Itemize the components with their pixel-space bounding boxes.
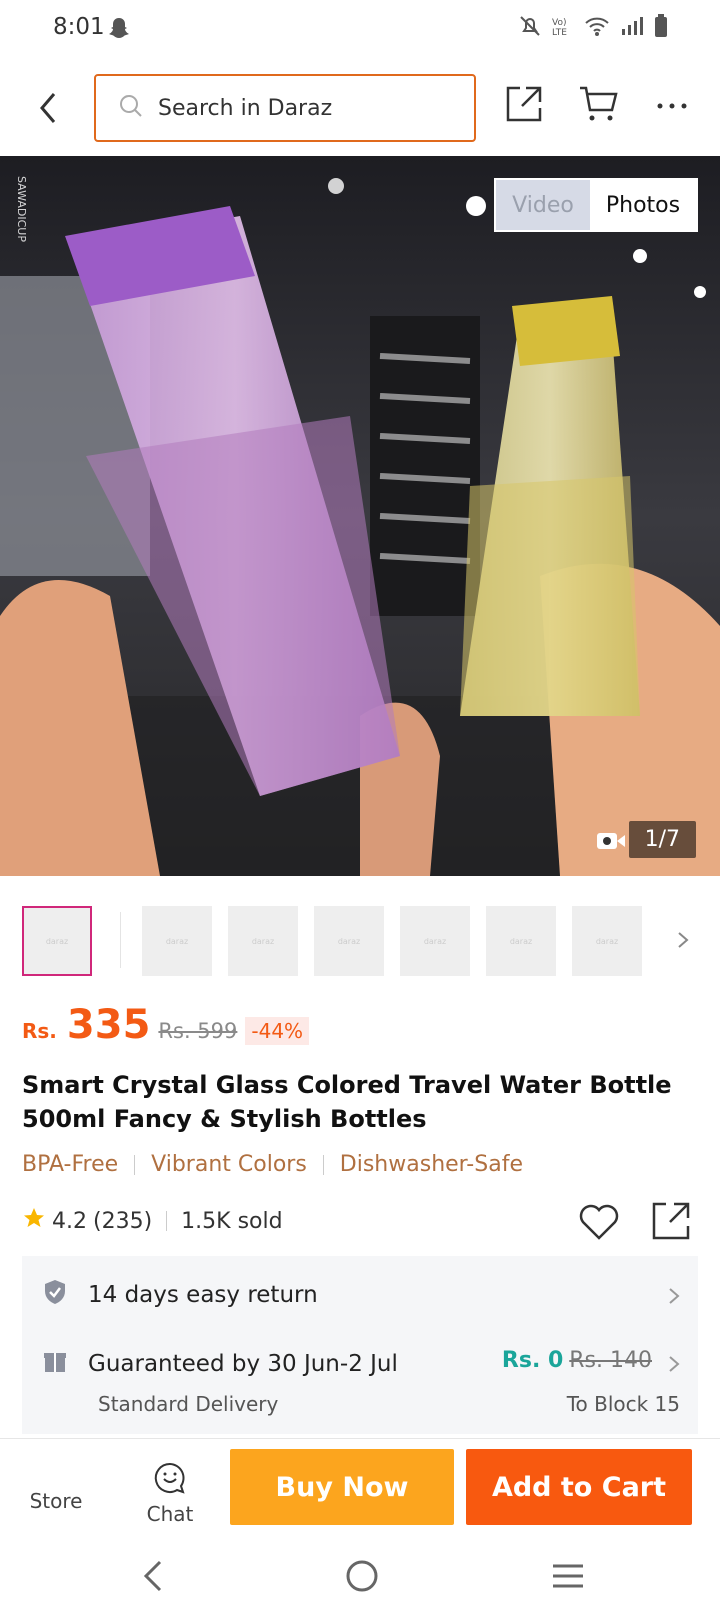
media-toggle: Video Photos	[494, 178, 698, 232]
thumbnail-4[interactable]: daraz	[314, 906, 384, 976]
cart-icon	[580, 86, 618, 121]
rating-value: 4.2	[52, 1208, 87, 1234]
delivery-text: Guaranteed by 30 Jun-2 Jul	[88, 1351, 398, 1377]
system-nav-bar	[0, 1542, 720, 1612]
nav-home-icon	[346, 1560, 378, 1592]
video-tab[interactable]: Video	[496, 180, 590, 230]
photos-tab[interactable]: Photos	[590, 180, 696, 230]
delivery-destination: To Block 15	[566, 1392, 680, 1416]
svg-text:SAWADICUP: SAWADICUP	[15, 176, 28, 242]
thumbnail-6[interactable]: daraz	[486, 906, 556, 976]
thumbnail-3[interactable]: daraz	[228, 906, 298, 976]
video-camera-icon[interactable]	[596, 830, 626, 856]
tag-divider	[134, 1154, 136, 1175]
thumbnail-1[interactable]: daraz	[22, 906, 92, 976]
snapchat-icon	[108, 16, 130, 44]
chat-button[interactable]: Chat	[136, 1461, 204, 1526]
product-photo: SAWADICUP	[0, 156, 720, 876]
battery-icon	[654, 14, 668, 42]
product-image-gallery[interactable]: SAWADICUP Video Photos 1/7	[0, 156, 720, 876]
star-icon	[22, 1206, 46, 1236]
nav-recents-button[interactable]	[550, 1556, 586, 1600]
search-icon	[118, 93, 144, 123]
sold-count: 1.5K sold	[181, 1208, 283, 1234]
rating-divider	[166, 1211, 168, 1231]
tag-dishwasher-safe: Dishwasher-Safe	[339, 1152, 523, 1177]
nav-home-button[interactable]	[342, 1556, 382, 1600]
discount-badge: -44%	[245, 1017, 310, 1045]
more-options-button[interactable]	[654, 84, 700, 130]
top-header: Search in Daraz	[0, 60, 720, 156]
price-currency: Rs.	[22, 1019, 57, 1043]
search-input[interactable]: Search in Daraz	[94, 74, 476, 142]
thumbnail-next-button[interactable]	[676, 930, 690, 954]
heart-icon	[579, 1204, 619, 1240]
chat-label: Chat	[146, 1502, 194, 1526]
delivery-type: Standard Delivery	[98, 1392, 279, 1416]
rating-row[interactable]: 4.2 (235) 1.5K sold	[22, 1206, 283, 1236]
mute-icon	[518, 14, 542, 42]
chevron-right-icon[interactable]	[668, 1354, 680, 1378]
image-counter: 1/7	[628, 821, 696, 858]
status-time: 8:01	[53, 14, 105, 40]
price-value: 335	[66, 1002, 151, 1048]
thumbnail-2[interactable]: daraz	[142, 906, 212, 976]
share-button[interactable]	[504, 84, 550, 130]
back-arrow-icon	[40, 93, 56, 123]
chevron-right-icon[interactable]	[668, 1286, 680, 1310]
delivery-fee-current: Rs. 0	[501, 1348, 564, 1373]
wifi-icon	[584, 15, 610, 41]
tag-bpa-free: BPA-Free	[22, 1152, 119, 1177]
product-tags: BPA-Free Vibrant Colors Dishwasher-Safe	[22, 1152, 523, 1177]
delivery-fee-original: Rs. 140	[569, 1348, 652, 1373]
chat-icon	[154, 1462, 185, 1494]
product-title: Smart Crystal Glass Colored Travel Water…	[22, 1071, 672, 1133]
delivery-row[interactable]: Guaranteed by 30 Jun-2 Jul	[42, 1348, 398, 1380]
nav-back-icon	[143, 1560, 162, 1592]
nav-back-button[interactable]	[138, 1556, 168, 1600]
share-icon	[506, 86, 542, 122]
nav-menu-icon	[553, 1564, 583, 1588]
service-card: 14 days easy return Guaranteed by 30 Jun…	[22, 1256, 698, 1434]
review-count: (235)	[93, 1208, 153, 1234]
status-bar: 8:01 Vo) LTE	[0, 0, 720, 60]
back-button[interactable]	[30, 86, 66, 130]
chevron-right-icon	[678, 932, 689, 948]
return-text: 14 days easy return	[88, 1282, 318, 1308]
return-policy-row[interactable]: 14 days easy return	[42, 1278, 318, 1312]
product-share-button[interactable]	[650, 1200, 692, 1246]
wishlist-button[interactable]	[578, 1202, 620, 1246]
cart-button[interactable]	[578, 84, 624, 130]
add-to-cart-button[interactable]: Add to Cart	[466, 1449, 692, 1525]
original-price: Rs. 599	[158, 1019, 238, 1043]
delivery-fee: Rs. 0 Rs. 140	[502, 1348, 652, 1373]
buy-now-button[interactable]: Buy Now	[230, 1449, 454, 1525]
share-icon	[652, 1202, 690, 1240]
thumbnail-7[interactable]: daraz	[572, 906, 642, 976]
thumbnail-strip: daraz daraz daraz daraz daraz daraz dara…	[0, 876, 720, 1006]
tag-divider	[322, 1154, 324, 1175]
tag-vibrant-colors: Vibrant Colors	[151, 1152, 307, 1177]
price-row: Rs. 335 Rs. 599 -44%	[22, 1002, 310, 1062]
volte-icon: Vo) LTE	[552, 18, 567, 38]
bottom-action-bar: Store Chat Buy Now Add to Cart	[0, 1438, 720, 1542]
status-icons: Vo) LTE	[518, 14, 668, 42]
store-button[interactable]: Store	[24, 1489, 88, 1513]
thumbnail-5[interactable]: daraz	[400, 906, 470, 976]
signal-icon	[620, 15, 644, 41]
thumbnail-divider	[120, 912, 121, 968]
search-placeholder: Search in Daraz	[158, 95, 333, 121]
shield-check-icon	[42, 1278, 68, 1312]
more-dots-icon	[657, 103, 687, 109]
gift-box-icon	[42, 1348, 68, 1380]
